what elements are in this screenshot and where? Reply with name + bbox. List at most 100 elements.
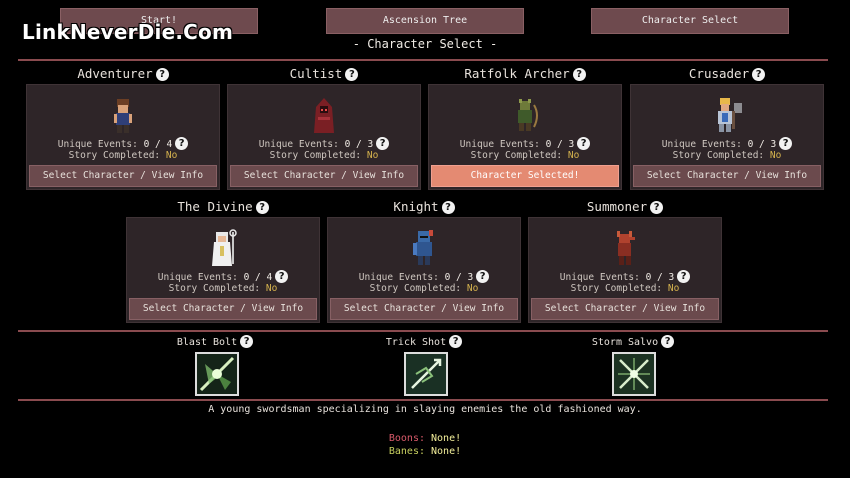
unique-events: Unique Events: 0 / 3? [228, 137, 420, 150]
help-icon[interactable]: ? [661, 335, 675, 348]
crusader-sprite [718, 98, 742, 132]
storm-salvo-icon[interactable] [612, 352, 656, 396]
character-card-ratfolk-archer: Unique Events: 0 / 3? Story Completed: N… [428, 84, 622, 190]
ratfolk-archer-sprite [518, 99, 538, 131]
help-icon[interactable]: ? [577, 137, 591, 150]
help-icon[interactable]: ? [175, 137, 189, 150]
select-character-button[interactable]: Select Character / View Info [129, 298, 317, 320]
character-name-label: The Divine [177, 199, 253, 214]
ability-label: Trick Shot [385, 337, 447, 348]
character-name-crusader: Crusader? [630, 66, 824, 82]
help-icon[interactable]: ? [476, 270, 490, 283]
story-completed: Story Completed: No [27, 150, 219, 161]
character-card-knight: Unique Events: 0 / 3? Story Completed: N… [327, 217, 521, 323]
select-character-button[interactable]: Select Character / View Info [29, 165, 217, 187]
unique-events-value: 0 / 3 [444, 272, 474, 283]
character-name-knight: Knight? [327, 199, 521, 215]
unique-events: Unique Events: 0 / 4? [127, 270, 319, 283]
adventurer-sprite [114, 99, 132, 133]
summoner-sprite [617, 231, 635, 265]
story-completed: Story Completed: No [631, 150, 823, 161]
storm-salvo-icon-graphic [614, 354, 654, 394]
trick-shot-icon[interactable] [404, 352, 448, 396]
unique-events-label: Unique Events: [559, 272, 640, 283]
story-completed-value: No [769, 150, 782, 161]
knight-sprite [413, 230, 433, 265]
help-icon[interactable]: ? [155, 68, 169, 81]
the-divine-sprite [212, 229, 237, 266]
character-card-adventurer: Unique Events: 0 / 4? Story Completed: N… [26, 84, 220, 190]
help-icon[interactable]: ? [449, 335, 463, 348]
unique-events-label: Unique Events: [358, 272, 439, 283]
unique-events-value: 0 / 3 [645, 272, 675, 283]
story-completed-label: Story Completed: [570, 283, 663, 294]
character-name-ratfolk-archer: Ratfolk Archer? [428, 66, 622, 82]
select-character-button[interactable]: Select Character / View Info [230, 165, 418, 187]
story-completed: Story Completed: No [228, 150, 420, 161]
unique-events-label: Unique Events: [157, 272, 238, 283]
character-name-label: Cultist [289, 66, 343, 81]
help-icon[interactable]: ? [650, 201, 664, 214]
character-name-label: Ratfolk Archer [464, 66, 570, 81]
boons-line: Boons: None! [0, 433, 850, 444]
select-character-button[interactable]: Select Character / View Info [633, 165, 821, 187]
help-icon[interactable]: ? [572, 68, 586, 81]
story-completed-label: Story Completed: [168, 283, 261, 294]
ability-name-storm-salvo: Storm Salvo? [563, 335, 703, 348]
story-completed-label: Story Completed: [470, 150, 563, 161]
character-name-cultist: Cultist? [227, 66, 421, 82]
help-icon[interactable]: ? [441, 201, 455, 214]
story-completed: Story Completed: No [127, 283, 319, 294]
blast-bolt-icon[interactable] [195, 352, 239, 396]
story-completed-value: No [667, 283, 680, 294]
character-name-summoner: Summoner? [528, 199, 722, 215]
story-completed-value: No [265, 283, 278, 294]
tab-character-select[interactable]: Character Select [591, 8, 789, 34]
character-name-adventurer: Adventurer? [26, 66, 220, 82]
character-name-label: Summoner [586, 199, 648, 214]
help-icon[interactable]: ? [255, 201, 269, 214]
character-selected-button[interactable]: Character Selected! [431, 165, 619, 187]
story-completed-value: No [466, 283, 479, 294]
boons-label: Boons: [388, 433, 425, 444]
trick-shot-icon-graphic [406, 354, 446, 394]
help-icon[interactable]: ? [240, 335, 254, 348]
unique-events-value: 0 / 3 [747, 139, 777, 150]
ability-label: Blast Bolt [176, 337, 238, 348]
help-icon[interactable]: ? [752, 68, 766, 81]
story-completed: Story Completed: No [328, 283, 520, 294]
unique-events: Unique Events: 0 / 3? [328, 270, 520, 283]
story-completed-label: Story Completed: [68, 150, 161, 161]
ability-name-blast-bolt: Blast Bolt? [145, 335, 285, 348]
unique-events-label: Unique Events: [258, 139, 339, 150]
boons-value: None! [431, 433, 462, 444]
select-character-button[interactable]: Select Character / View Info [330, 298, 518, 320]
help-icon[interactable]: ? [275, 270, 289, 283]
unique-events-value: 0 / 3 [344, 139, 374, 150]
character-name-label: Crusader [688, 66, 750, 81]
banes-label: Banes: [388, 446, 425, 457]
ability-name-trick-shot: Trick Shot? [354, 335, 494, 348]
tab-ascension-tree[interactable]: Ascension Tree [326, 8, 524, 34]
help-icon[interactable]: ? [779, 137, 793, 150]
unique-events-label: Unique Events: [57, 139, 138, 150]
unique-events-label: Unique Events: [459, 139, 540, 150]
unique-events-value: 0 / 3 [545, 139, 575, 150]
unique-events: Unique Events: 0 / 3? [529, 270, 721, 283]
help-icon[interactable]: ? [345, 68, 359, 81]
divider-top [18, 59, 828, 61]
story-completed: Story Completed: No [529, 283, 721, 294]
character-card-summoner: Unique Events: 0 / 3? Story Completed: N… [528, 217, 722, 323]
help-icon[interactable]: ? [376, 137, 390, 150]
banes-line: Banes: None! [0, 446, 850, 457]
select-character-button[interactable]: Select Character / View Info [531, 298, 719, 320]
unique-events-value: 0 / 4 [143, 139, 173, 150]
story-completed-value: No [165, 150, 178, 161]
unique-events-label: Unique Events: [661, 139, 742, 150]
character-card-the-divine: Unique Events: 0 / 4? Story Completed: N… [126, 217, 320, 323]
help-icon[interactable]: ? [677, 270, 691, 283]
character-card-crusader: Unique Events: 0 / 3? Story Completed: N… [630, 84, 824, 190]
section-title: - Character Select - [352, 37, 498, 51]
unique-events-value: 0 / 4 [243, 272, 273, 283]
divider-middle [18, 330, 828, 332]
